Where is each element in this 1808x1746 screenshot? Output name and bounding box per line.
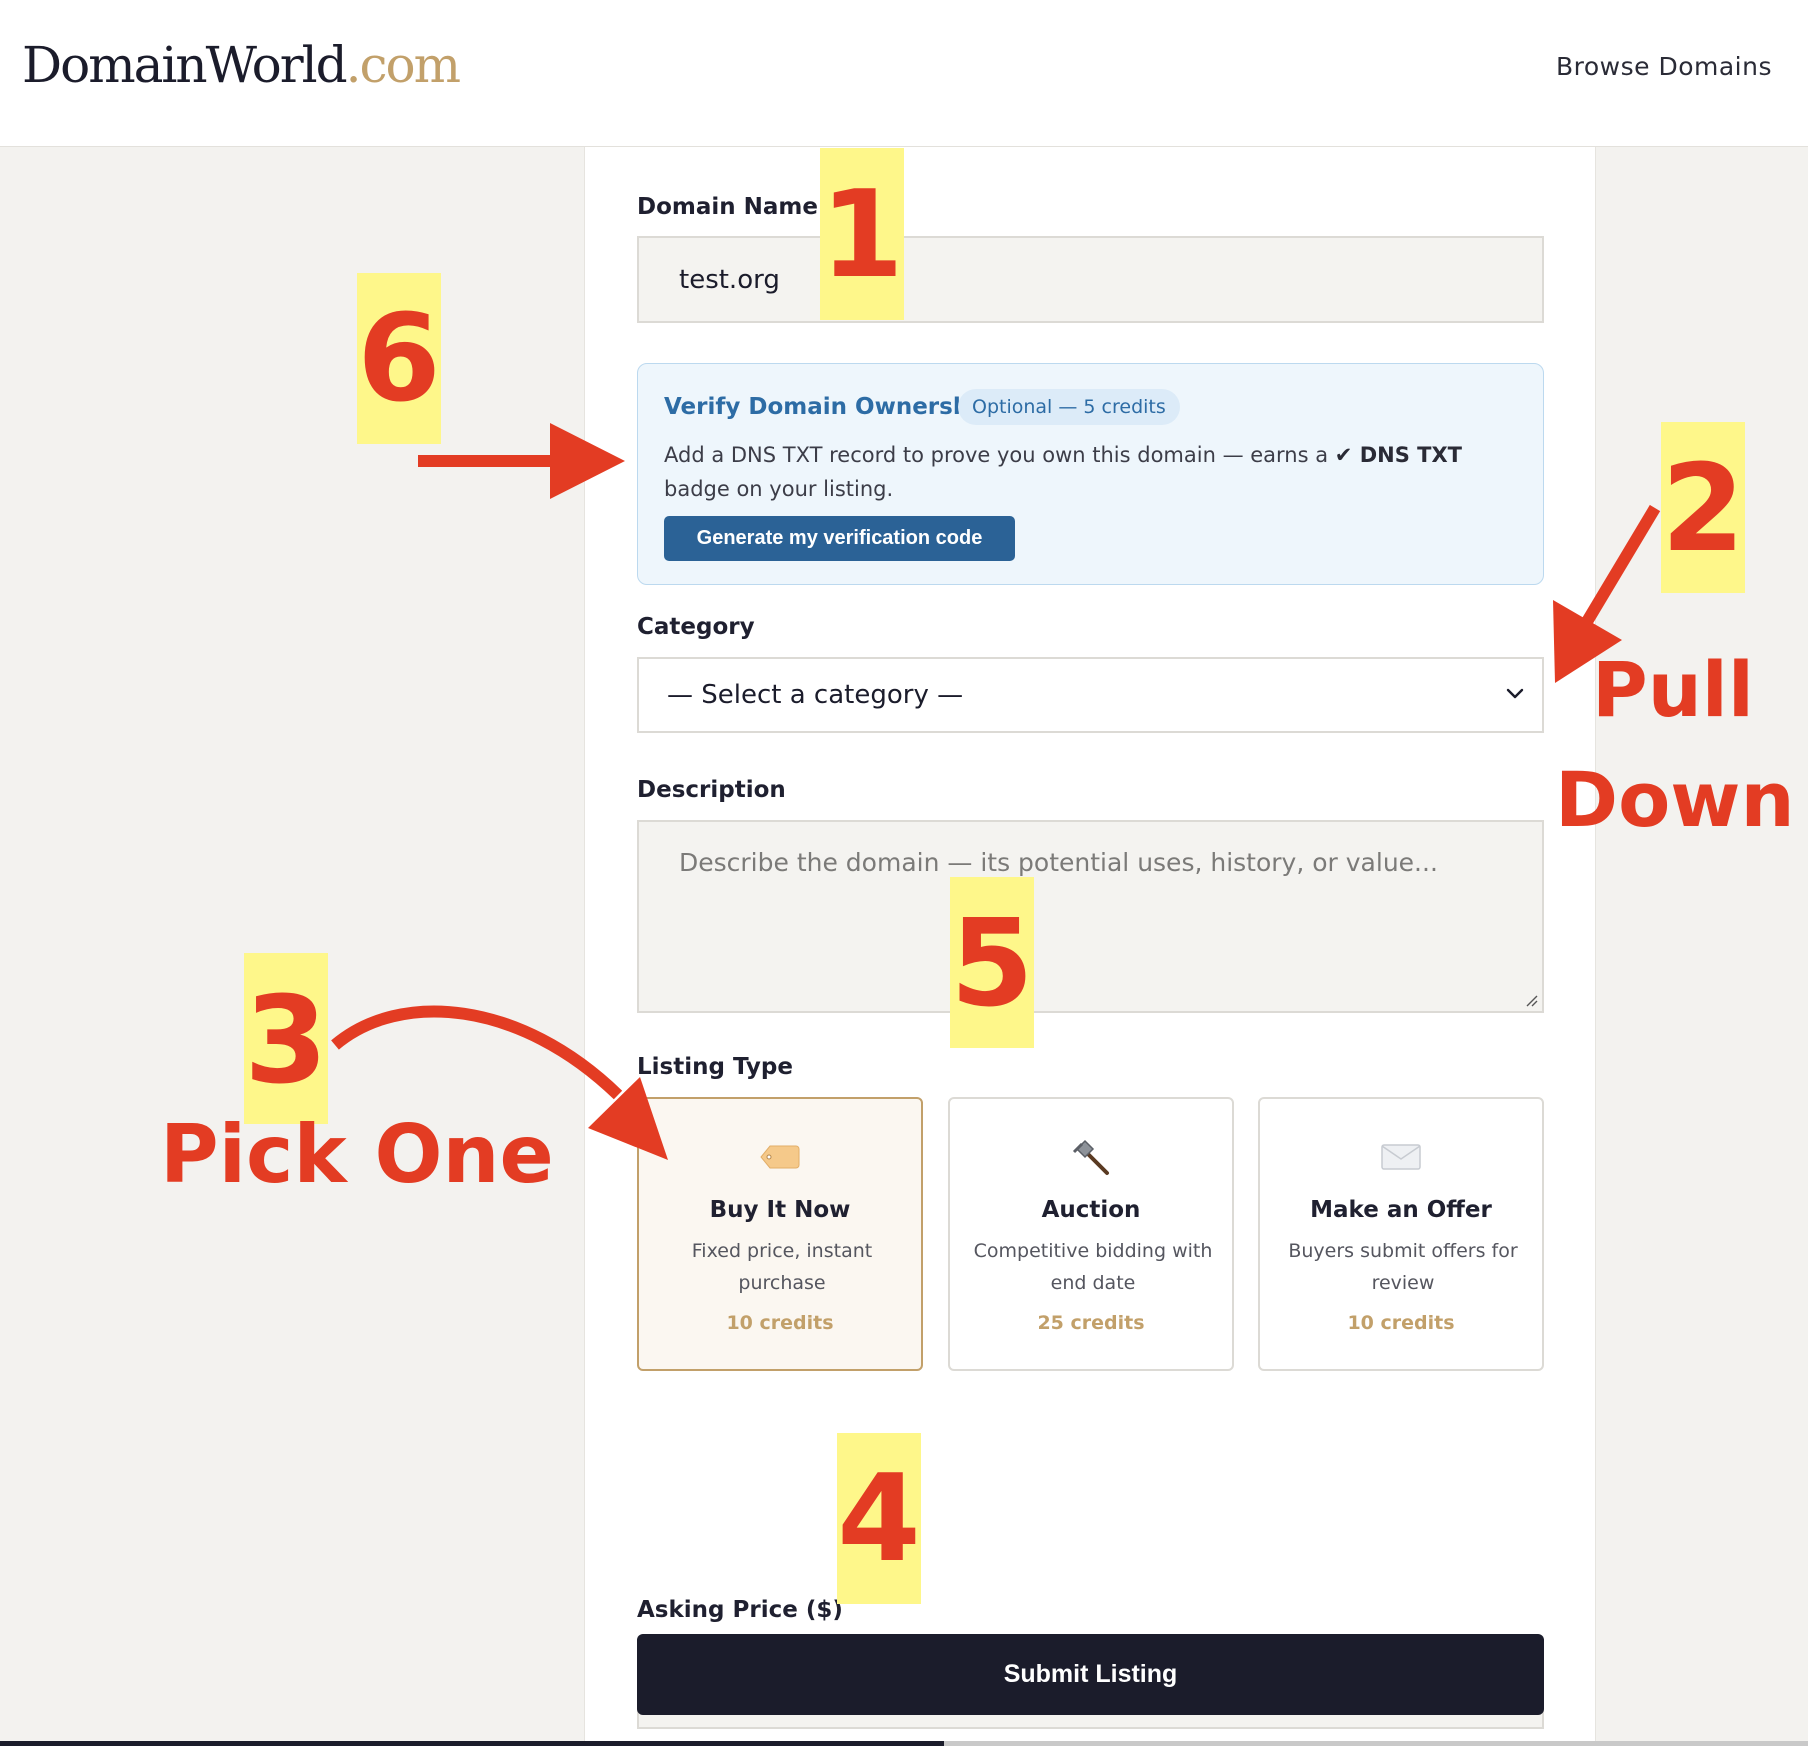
annotation-arrows xyxy=(331,423,1661,1160)
arrow-6 xyxy=(418,423,625,499)
arrow-3 xyxy=(331,1005,668,1160)
arrow-2 xyxy=(1553,504,1661,683)
